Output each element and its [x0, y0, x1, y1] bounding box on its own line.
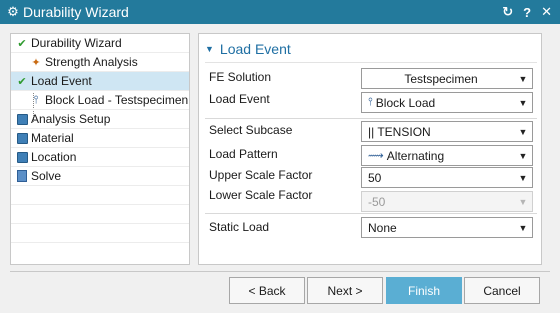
- solve-icon: [15, 169, 29, 183]
- fe-solution-label: FE Solution: [209, 70, 272, 84]
- lower-scale-factor-value: -50: [368, 194, 386, 209]
- chevron-down-icon: ▼: [518, 150, 528, 161]
- load-pattern-select[interactable]: ⟿ Alternating ▼: [361, 145, 533, 166]
- static-load-select[interactable]: None ▼: [361, 217, 533, 238]
- select-subcase-value: || TENSION: [368, 124, 431, 139]
- finish-button[interactable]: Finish: [386, 277, 462, 304]
- load-pattern-label: Load Pattern: [209, 147, 278, 161]
- window-title: Durability Wizard: [23, 4, 129, 20]
- select-subcase-select[interactable]: || TENSION ▼: [361, 121, 533, 142]
- tree-empty-row: [11, 186, 189, 205]
- tree-item-solve[interactable]: Solve: [11, 167, 189, 186]
- lower-scale-factor-select: -50 ▼: [361, 191, 533, 212]
- static-load-label: Static Load: [209, 220, 270, 234]
- load-event-value: Block Load: [375, 95, 436, 110]
- tree-item-label: Strength Analysis: [45, 55, 138, 69]
- block-load-icon: ⫯: [368, 96, 373, 108]
- tree-item-material[interactable]: Material: [11, 129, 189, 148]
- check-icon: ✔: [17, 75, 27, 88]
- group-divider: [205, 118, 537, 119]
- close-icon[interactable]: ✕: [541, 4, 552, 20]
- chevron-down-icon: ▼: [518, 73, 528, 84]
- title-bar: ⚙ Durability Wizard ↻ ? ✕: [0, 0, 560, 24]
- tree-item-label: Material: [31, 131, 74, 145]
- cancel-button[interactable]: Cancel: [464, 277, 540, 304]
- collapse-triangle-icon[interactable]: ▼: [205, 44, 214, 54]
- next-button[interactable]: Next >: [307, 277, 383, 304]
- tree-item-label: Durability Wizard: [31, 36, 122, 50]
- upper-scale-factor-label: Upper Scale Factor: [209, 168, 313, 182]
- chevron-down-icon: ▼: [518, 196, 528, 207]
- section-divider: [205, 62, 537, 63]
- window-controls: ↻ ? ✕: [502, 0, 552, 24]
- static-load-value: None: [368, 220, 397, 235]
- tree-item-strength-analysis[interactable]: ✦ Strength Analysis: [11, 53, 189, 72]
- material-icon: [15, 131, 29, 145]
- load-pattern-value: Alternating: [386, 148, 445, 163]
- tree-item-durability-wizard[interactable]: ✔ Durability Wizard: [11, 34, 189, 53]
- load-event-select[interactable]: ⫯ Block Load ▼: [361, 92, 533, 113]
- tree-empty-row: [11, 205, 189, 224]
- gear-icon: ⚙: [7, 4, 19, 19]
- footer-divider: [10, 271, 550, 272]
- section-title: Load Event: [219, 41, 291, 57]
- tree-item-location[interactable]: Location: [11, 148, 189, 167]
- setup-icon: [15, 112, 29, 126]
- navigator-tree: ✔ Durability Wizard ✦ Strength Analysis …: [10, 33, 190, 265]
- back-button[interactable]: < Back: [229, 277, 305, 304]
- select-subcase-label: Select Subcase: [209, 123, 293, 137]
- upper-scale-factor-select[interactable]: 50 ▼: [361, 167, 533, 188]
- fe-solution-value: Testspecimen: [404, 71, 478, 86]
- chevron-down-icon: ▼: [518, 126, 528, 137]
- load-event-label: Load Event: [209, 92, 270, 106]
- reset-icon[interactable]: ↻: [502, 4, 513, 20]
- section-header[interactable]: ▼ Load Event: [205, 40, 291, 58]
- tree-item-label: Block Load - Testspecimen: [45, 93, 189, 107]
- tree-item-load-event[interactable]: ✔ Load Event: [11, 72, 189, 91]
- chevron-down-icon: ▼: [518, 97, 528, 108]
- help-icon[interactable]: ?: [523, 5, 531, 20]
- chevron-down-icon: ▼: [518, 172, 528, 183]
- strength-analysis-icon: ✦: [31, 56, 41, 69]
- tree-item-block-load[interactable]: ⫯ Block Load - Testspecimen: [11, 91, 189, 110]
- lower-scale-factor-label: Lower Scale Factor: [209, 188, 313, 202]
- tree-item-label: Load Event: [31, 74, 92, 88]
- tree-item-analysis-setup[interactable]: Analysis Setup: [11, 110, 189, 129]
- check-icon: ✔: [17, 37, 27, 50]
- fe-solution-select[interactable]: Testspecimen ▼: [361, 68, 533, 89]
- tree-item-label: Solve: [31, 169, 62, 183]
- block-load-icon: ⫯: [33, 93, 39, 106]
- location-icon: [15, 150, 29, 164]
- group-divider: [205, 213, 537, 214]
- load-pattern-icon: ⟿: [368, 150, 384, 162]
- tree-empty-row: [11, 224, 189, 243]
- tree-item-label: Location: [31, 150, 77, 164]
- upper-scale-factor-value: 50: [368, 170, 382, 185]
- chevron-down-icon: ▼: [518, 222, 528, 233]
- load-event-panel: ▼ Load Event FE Solution Testspecimen ▼ …: [198, 33, 542, 265]
- tree-item-label: Analysis Setup: [31, 112, 111, 126]
- tree-empty-row: [11, 243, 189, 262]
